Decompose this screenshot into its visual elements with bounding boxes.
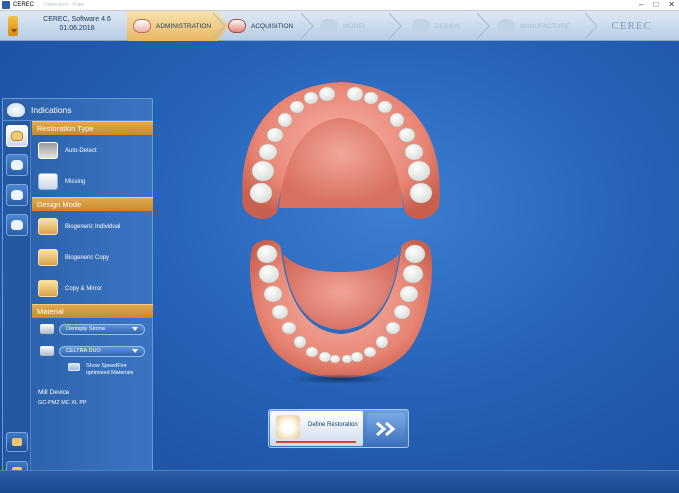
implant-icon — [11, 190, 23, 200]
option-missing[interactable]: Missing — [32, 166, 153, 197]
block-row: CELTRA DUO — [32, 340, 153, 362]
biogeneric-individual-icon — [38, 218, 58, 235]
dental-arch-model[interactable] — [235, 72, 447, 402]
panel-content: Restoration Type Auto-Detect Missing Des… — [32, 121, 153, 408]
cerec-logo: CEREC — [611, 20, 652, 32]
bridge-icon — [11, 160, 23, 170]
design-icon — [412, 19, 430, 33]
close-button[interactable]: ✕ — [668, 0, 675, 10]
model-shadow — [290, 374, 390, 384]
phase-label: MODEL — [343, 22, 367, 30]
multi-element-button[interactable] — [6, 214, 28, 236]
manufacturer-value: Dentsply Sirona — [66, 326, 105, 332]
software-version: CEREC, Software 4.6 — [43, 16, 111, 23]
define-restoration-label: Define Restoration — [308, 422, 358, 428]
option-biogeneric-individual[interactable]: Biogeneric Individual — [32, 211, 153, 242]
title-bar: CEREC Unbenannt · Patie – □ ✕ — [0, 0, 679, 11]
phase-separator-icon — [212, 12, 226, 40]
mill-device-value: GC-PMZ MC XL PP — [38, 400, 87, 406]
auto-detect-icon — [38, 142, 58, 159]
phase-bar: CEREC, Software 4.6 01.06.2018 ADMINISTR… — [0, 11, 679, 41]
manufacturer-icon — [40, 324, 54, 334]
phase-manufacture: MANUFACTURE — [497, 11, 569, 41]
option-copy-mirror[interactable]: Copy & Mirror — [32, 273, 153, 304]
implant-button[interactable] — [6, 184, 28, 206]
phase-acquisition[interactable]: ACQUISITION — [228, 11, 293, 41]
administration-icon — [133, 19, 151, 33]
mill-device-label: Mill Device — [38, 389, 70, 396]
copy-mirror-icon — [38, 280, 58, 297]
missing-tooth-icon — [38, 173, 58, 190]
speedfire-row: Show SpeedFire optimized Materials — [32, 363, 153, 383]
exit-door-icon[interactable] — [8, 16, 18, 36]
window-subtitle: Unbenannt · Patie — [44, 2, 85, 8]
option-label: Missing — [65, 178, 86, 185]
phase-separator-icon — [300, 12, 314, 40]
phase-separator-icon — [584, 12, 598, 40]
phase-design: DESIGN — [412, 11, 460, 41]
phase-label: DESIGN — [435, 22, 460, 30]
define-restoration-button[interactable]: Define Restoration — [270, 411, 363, 446]
phase-label: ADMINISTRATION — [156, 22, 212, 30]
indications-panel: Indications Restoration Type Auto-Detect… — [2, 98, 153, 489]
option-biogeneric-copy[interactable]: Biogeneric Copy — [32, 242, 153, 273]
app-icon — [2, 1, 10, 9]
phase-separator-icon — [476, 12, 490, 40]
chevron-down-icon — [132, 327, 138, 331]
section-restoration-type: Restoration Type — [32, 121, 153, 135]
settings-icon — [12, 438, 22, 446]
phase-label: MANUFACTURE — [520, 22, 570, 30]
manufacturer-row: Dentsply Sirona — [32, 318, 153, 340]
panel-title: Indications — [31, 104, 72, 115]
software-date: 01.06.2018 — [59, 25, 95, 32]
indication-sidebar — [3, 121, 31, 488]
restoration-icon — [276, 415, 300, 439]
panel-header: Indications — [3, 99, 152, 121]
section-material: Material — [32, 304, 153, 318]
minimize-button[interactable]: – — [639, 0, 643, 10]
biogeneric-copy-icon — [38, 249, 58, 266]
maximize-button[interactable]: □ — [653, 0, 658, 10]
option-label: Biogeneric Individual — [65, 223, 121, 230]
manufacturer-select[interactable]: Dentsply Sirona — [59, 323, 145, 335]
next-step-button[interactable] — [367, 413, 405, 444]
model-icon — [320, 19, 338, 33]
bridge-button[interactable] — [6, 154, 28, 176]
tooth-icon — [7, 102, 25, 117]
chevron-down-icon — [132, 349, 138, 353]
single-tooth-icon — [11, 131, 23, 141]
block-icon — [40, 346, 54, 356]
software-info: CEREC, Software 4.6 01.06.2018 — [42, 15, 112, 33]
acquisition-icon — [228, 19, 246, 33]
single-tooth-button[interactable] — [6, 125, 28, 147]
double-chevron-right-icon — [376, 421, 396, 436]
mill-device: Mill Device GC-PMZ MC XL PP — [32, 388, 153, 408]
multi-element-icon — [11, 220, 23, 230]
speedfire-checkbox[interactable] — [68, 363, 80, 371]
manufacture-icon — [497, 19, 515, 33]
option-label: Auto-Detect — [65, 147, 97, 154]
status-bar — [0, 470, 679, 493]
phase-model: MODEL — [320, 11, 366, 41]
option-label: Copy & Mirror — [65, 285, 103, 292]
phase-label: ACQUISITION — [251, 22, 294, 30]
block-value: CELTRA DUO — [66, 348, 101, 354]
speedfire-label: Show SpeedFire optimized Materials — [86, 363, 134, 376]
action-bar: Define Restoration — [268, 409, 409, 448]
window-title: CEREC — [13, 2, 35, 8]
active-underline — [276, 441, 356, 443]
option-auto-detect[interactable]: Auto-Detect — [32, 135, 153, 166]
phase-separator-icon — [388, 12, 402, 40]
block-select[interactable]: CELTRA DUO — [59, 345, 145, 357]
settings-button[interactable] — [6, 432, 28, 452]
option-label: Biogeneric Copy — [65, 254, 110, 261]
section-design-mode: Design Mode — [32, 197, 153, 211]
